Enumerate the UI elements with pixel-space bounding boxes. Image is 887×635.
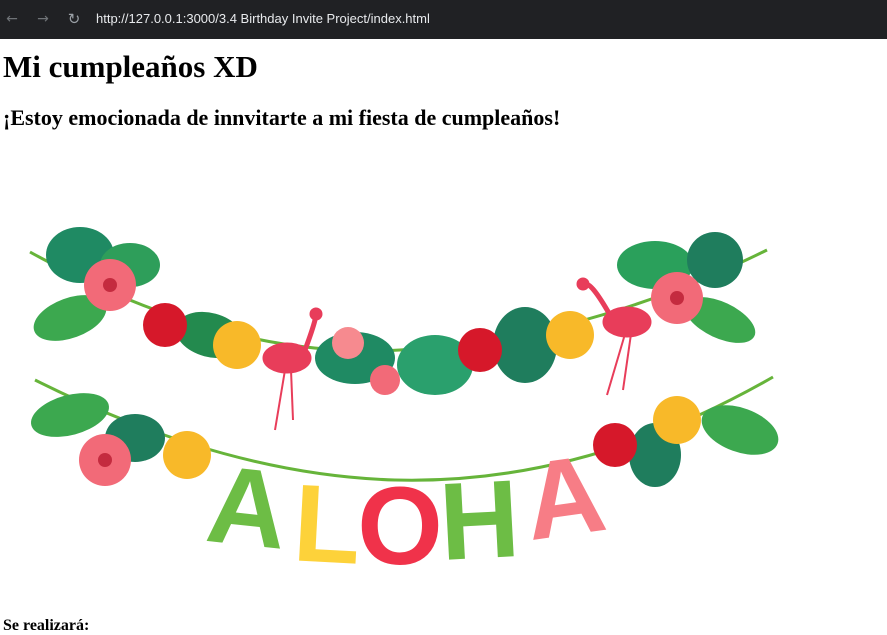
page-content: Mi cumpleaños XD ¡Estoy emocionada de in… [0, 39, 887, 634]
banner-letter: H [437, 457, 523, 570]
banner-letter: L [291, 461, 365, 570]
banner-letter: A [517, 431, 613, 564]
browser-toolbar: ← → ↻ http://127.0.0.1:3000/3.4 Birthday… [0, 0, 887, 39]
banner-letter: A [201, 442, 293, 570]
page-title: Mi cumpleaños XD [3, 49, 258, 84]
aloha-banner-image: A L O H A [29, 227, 779, 570]
reload-icon[interactable]: ↻ [65, 10, 83, 28]
page-subtitle: ¡Estoy emocionada de innvitarte a mi fie… [3, 105, 561, 130]
back-arrow-icon[interactable]: ← [3, 10, 21, 28]
section-label: Se realizará: [3, 617, 90, 634]
aloha-letters: A L O H A [201, 431, 612, 570]
banner-letter: O [357, 465, 443, 570]
address-bar[interactable]: http://127.0.0.1:3000/3.4 Birthday Invit… [96, 11, 430, 26]
forward-arrow-icon[interactable]: → [34, 10, 52, 28]
